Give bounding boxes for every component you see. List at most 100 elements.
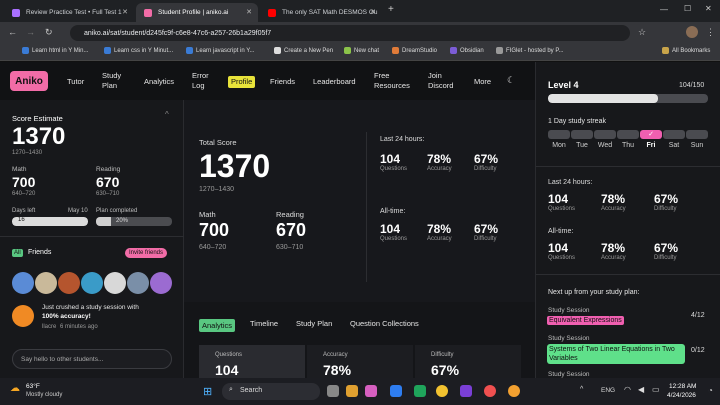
tab-title: Student Profile | aniko.ai	[158, 9, 229, 16]
chrome-icon[interactable]	[436, 385, 448, 397]
close-icon[interactable]: ✕	[122, 8, 128, 16]
tab-timeline[interactable]: Timeline	[250, 319, 278, 328]
browser-tab-active[interactable]: Student Profile | aniko.ai ✕	[136, 3, 258, 22]
tab-question-collections[interactable]: Question Collections	[350, 319, 419, 328]
streak-day	[571, 130, 593, 139]
nav-analytics[interactable]: Analytics	[144, 77, 174, 87]
accuracy-card: Accuracy 78%	[307, 345, 413, 378]
app-icon[interactable]	[414, 385, 426, 397]
tab-analytics[interactable]: Analytics	[199, 319, 236, 332]
alltime-difficulty: 67%	[654, 241, 679, 255]
activity-user[interactable]: llacre	[42, 324, 56, 330]
chat-input[interactable]: Say hello to other students...	[12, 349, 172, 369]
reading-range: 630–710	[276, 244, 304, 251]
copilot-icon[interactable]	[365, 385, 377, 397]
maximize-icon[interactable]: ☐	[684, 4, 691, 13]
avatar[interactable]	[686, 26, 698, 38]
friends-all-badge[interactable]: All	[12, 249, 23, 257]
streak-day	[686, 130, 708, 139]
clock-time[interactable]: 12:28 AM	[669, 383, 696, 390]
logo[interactable]: Aniko	[10, 71, 48, 91]
minimize-icon[interactable]: —	[660, 5, 668, 14]
nav-join-discord[interactable]: Join Discord	[428, 71, 456, 91]
nav-more[interactable]: More	[474, 77, 491, 87]
bookmark-item[interactable]: FIGlet - hosted by P...	[496, 47, 564, 54]
bookmark-item[interactable]: Learn css in Y Minut...	[104, 47, 173, 54]
nav-error-log[interactable]: Error Log	[192, 71, 214, 91]
avatar[interactable]	[35, 272, 57, 294]
activity-time: 6 minutes ago	[60, 324, 98, 330]
reading-label: Reading	[96, 166, 121, 173]
avatar[interactable]	[150, 272, 172, 294]
nav-profile[interactable]: Profile	[228, 76, 256, 88]
bookmark-item[interactable]: Create a New Pen	[274, 47, 333, 54]
invite-friends-button[interactable]: Invite friends	[125, 248, 168, 258]
bookmark-item[interactable]: New chat	[344, 47, 379, 54]
last24-difficulty: 67%	[654, 192, 679, 206]
level-label: Level 4	[548, 80, 579, 90]
app-icon[interactable]	[390, 385, 402, 397]
tray-chevron-icon[interactable]: ^	[580, 386, 583, 393]
browser-tab[interactable]: Review Practice Test • Full Test 1 ✕	[4, 3, 134, 22]
nav-friends[interactable]: Friends	[270, 77, 295, 87]
battery-icon[interactable]: ▭	[652, 385, 660, 394]
app-icon[interactable]	[484, 385, 496, 397]
avatar[interactable]	[58, 272, 80, 294]
file-explorer-icon[interactable]	[346, 385, 358, 397]
divider	[536, 274, 720, 275]
nav-tutor[interactable]: Tutor	[67, 77, 84, 87]
nav-study-plan[interactable]: Study Plan	[102, 71, 130, 91]
language-indicator[interactable]: ENG	[601, 387, 615, 394]
streak-day	[617, 130, 639, 139]
theme-toggle-icon[interactable]: ☾	[507, 75, 515, 86]
difficulty-label: Difficulty	[474, 236, 497, 242]
reload-icon[interactable]: ↻	[45, 27, 53, 38]
days-left-date: May 10	[68, 208, 88, 214]
avatar[interactable]	[127, 272, 149, 294]
app-icon[interactable]	[460, 385, 472, 397]
divider	[0, 236, 184, 237]
tab-study-plan[interactable]: Study Plan	[296, 319, 332, 328]
taskbar-search-input[interactable]: ⌕ Search	[222, 383, 320, 400]
bookmark-item[interactable]: Learn javascript in Y...	[186, 47, 254, 54]
nav-leaderboard[interactable]: Leaderboard	[313, 77, 356, 87]
session-equivalent-expressions[interactable]: Equivalent Expressions	[547, 316, 624, 325]
all-bookmarks[interactable]: All Bookmarks	[662, 47, 710, 54]
difficulty-label: Difficulty	[431, 352, 454, 358]
new-tab-icon[interactable]: +	[388, 4, 394, 15]
url-input[interactable]: aniko.ai/sat/student/d245fc9f-c6e8-47c6-…	[70, 25, 630, 41]
session-systems-linear-equations[interactable]: Systems of Two Linear Equations in Two V…	[547, 344, 685, 364]
total-score-value: 1370	[199, 148, 271, 184]
close-window-icon[interactable]: ✕	[705, 4, 712, 13]
tab-title: Review Practice Test • Full Test 1	[26, 9, 122, 16]
weather-icon[interactable]: ☁	[10, 383, 20, 394]
math-label: Math	[12, 166, 27, 173]
back-icon[interactable]: ←	[8, 27, 17, 37]
task-view-icon[interactable]	[327, 385, 339, 397]
avatar[interactable]	[12, 272, 34, 294]
bookmark-item[interactable]: Learn html in Y Min...	[22, 47, 88, 54]
menu-icon[interactable]: ⋮	[706, 27, 715, 38]
bookmark-label: All Bookmarks	[672, 47, 711, 54]
windows-start-icon[interactable]: ⊞	[203, 385, 212, 398]
clock-date[interactable]: 4/24/2026	[667, 392, 696, 399]
alltime-questions: 104	[548, 241, 569, 255]
wifi-icon[interactable]: ◠	[624, 385, 631, 394]
close-icon[interactable]: ✕	[246, 8, 252, 16]
volume-icon[interactable]: ◀	[638, 385, 644, 394]
close-icon[interactable]: ✕	[370, 8, 376, 16]
collapse-icon[interactable]: ^	[165, 110, 169, 119]
forward-icon[interactable]: →	[26, 27, 35, 37]
address-bar-row: ← → ↻ aniko.ai/sat/student/d245fc9f-c6e8…	[0, 22, 720, 44]
bookmark-item[interactable]: Obsidian	[450, 47, 484, 54]
nav-free-resources[interactable]: Free Resources	[374, 71, 414, 91]
browser-tab[interactable]: The only SAT Math DESMOS Gu ✕	[260, 3, 382, 22]
bookmark-item[interactable]: DreamStudio	[392, 47, 437, 54]
avatar[interactable]	[81, 272, 103, 294]
star-icon[interactable]: ☆	[638, 27, 646, 38]
activity-text: Just crushed a study session with	[42, 304, 139, 311]
notifications-icon[interactable]: ◔	[708, 386, 713, 395]
browser-tab-bar: Review Practice Test • Full Test 1 ✕ Stu…	[0, 0, 720, 22]
avatar[interactable]	[104, 272, 126, 294]
app-icon[interactable]	[508, 385, 520, 397]
